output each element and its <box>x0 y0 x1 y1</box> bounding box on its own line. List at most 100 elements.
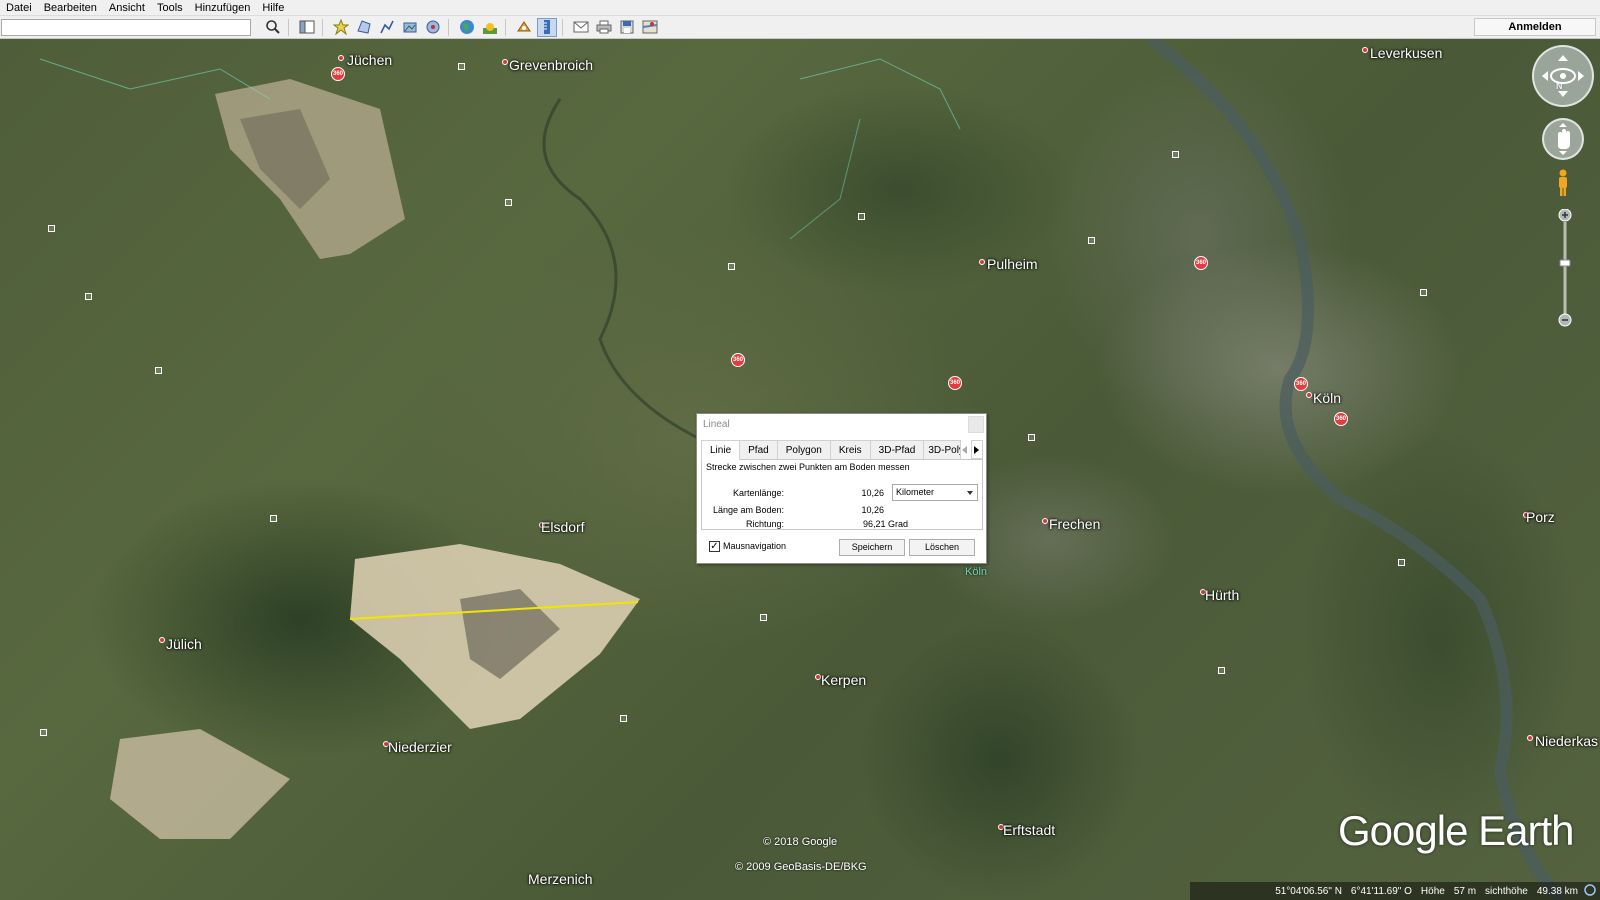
poi-marker[interactable] <box>1420 289 1427 296</box>
street-view-360-pin[interactable]: 360 <box>331 67 345 81</box>
place-dot <box>338 55 344 61</box>
poi-marker[interactable] <box>1028 434 1035 441</box>
clear-button[interactable]: Löschen <box>909 539 975 556</box>
maps-icon <box>642 20 658 34</box>
poi-marker[interactable] <box>1172 151 1179 158</box>
add-overlay-button[interactable] <box>400 18 420 37</box>
menu-tools[interactable]: Tools <box>151 0 189 16</box>
sunlight-button[interactable] <box>480 18 500 37</box>
google-earth-logo: Google Earth <box>1338 807 1574 854</box>
poi-marker[interactable] <box>760 614 767 621</box>
dialog-titlebar[interactable]: Lineal <box>697 414 986 436</box>
place-label-koln-district[interactable]: Köln <box>965 566 987 578</box>
ruler-button[interactable] <box>537 17 557 37</box>
menu-hilfe[interactable]: Hilfe <box>256 0 290 16</box>
place-label-niederkassel[interactable]: Niederkas <box>1535 733 1598 749</box>
place-dot <box>1042 518 1048 524</box>
historical-imagery-button[interactable] <box>514 18 534 37</box>
save-button[interactable]: Speichern <box>839 539 905 556</box>
place-label-leverkusen[interactable]: Leverkusen <box>1370 45 1442 61</box>
search-button[interactable] <box>263 18 283 37</box>
poi-marker[interactable] <box>1088 237 1095 244</box>
add-placemark-button[interactable] <box>331 18 351 37</box>
tab-3d-polygon[interactable]: 3D-Poly <box>923 440 961 459</box>
dialog-close-button[interactable] <box>968 416 984 433</box>
poi-marker[interactable] <box>858 213 865 220</box>
poi-marker[interactable] <box>85 293 92 300</box>
place-label-koln[interactable]: Köln <box>1313 390 1341 406</box>
ruler-icon <box>544 20 550 34</box>
place-label-elsdorf[interactable]: Elsdorf <box>541 519 585 535</box>
planet-switch-button[interactable] <box>457 18 477 37</box>
unit-selected: Kilometer <box>896 487 935 497</box>
poi-marker[interactable] <box>40 729 47 736</box>
longitude-readout: 6°41'11.69" O <box>1350 885 1412 897</box>
unit-dropdown[interactable]: Kilometer <box>892 484 978 501</box>
place-label-pulheim[interactable]: Pulheim <box>987 256 1038 272</box>
place-label-hurth[interactable]: Hürth <box>1205 587 1239 603</box>
menu-hinzufuegen[interactable]: Hinzufügen <box>189 0 257 16</box>
tab-polygon[interactable]: Polygon <box>776 440 831 459</box>
poi-marker[interactable] <box>270 515 277 522</box>
street-view-360-pin[interactable]: 360 <box>1194 256 1208 270</box>
place-label-merzenich[interactable]: Merzenich <box>528 871 593 887</box>
poi-marker[interactable] <box>620 715 627 722</box>
save-image-button[interactable] <box>617 18 637 37</box>
view-in-maps-button[interactable] <box>640 18 660 37</box>
toolbar-separator <box>505 18 506 36</box>
add-polygon-button[interactable] <box>354 18 374 37</box>
search-input[interactable] <box>1 18 251 36</box>
poi-marker[interactable] <box>155 367 162 374</box>
place-label-erftstadt[interactable]: Erftstadt <box>1003 822 1055 838</box>
place-label-niederzier[interactable]: Niederzier <box>388 739 452 755</box>
ground-length-label: Länge am Boden: <box>712 505 784 515</box>
street-view-pegman[interactable] <box>1556 169 1570 197</box>
status-bar: 51°04'06.56" N 6°41'11.69" O Höhe 57 m s… <box>1190 882 1600 900</box>
add-path-button[interactable] <box>377 18 397 37</box>
tab-3d-pfad[interactable]: 3D-Pfad <box>869 440 925 459</box>
mouse-navigation-label[interactable]: Mausnavigation <box>723 541 786 551</box>
look-joystick[interactable] <box>1532 45 1594 107</box>
map-length-value: 10,26 <box>861 488 884 498</box>
street-view-360-pin[interactable]: 360 <box>1294 377 1308 391</box>
move-joystick[interactable] <box>1542 118 1584 160</box>
poi-marker[interactable] <box>505 199 512 206</box>
print-button[interactable] <box>594 18 614 37</box>
tab-scroll-left[interactable] <box>960 440 972 459</box>
tab-pfad[interactable]: Pfad <box>739 440 778 459</box>
place-label-julich[interactable]: Jülich <box>166 636 202 652</box>
street-view-360-pin[interactable]: 360 <box>1334 412 1348 426</box>
place-label-kerpen[interactable]: Kerpen <box>821 672 866 688</box>
street-view-360-pin[interactable]: 360 <box>948 376 962 390</box>
poi-marker[interactable] <box>1398 559 1405 566</box>
boundary-line <box>799 58 961 130</box>
place-label-grevenbroich[interactable]: Grevenbroich <box>509 57 593 73</box>
menu-bearbeiten[interactable]: Bearbeiten <box>38 0 103 16</box>
mouse-navigation-checkbox[interactable]: ✓ <box>709 541 720 552</box>
tab-kreis[interactable]: Kreis <box>829 440 871 459</box>
poi-marker[interactable] <box>728 263 735 270</box>
sidebar-toggle-button[interactable] <box>297 18 317 37</box>
place-label-porz[interactable]: Porz <box>1526 509 1555 525</box>
record-tour-button[interactable] <box>423 18 443 37</box>
tab-scroll-right[interactable] <box>971 440 983 459</box>
street-view-360-pin[interactable]: 360 <box>731 353 745 367</box>
eye-altitude-label: sichthöhe <box>1485 885 1528 897</box>
email-button[interactable] <box>571 18 591 37</box>
pegman-icon <box>1559 169 1567 196</box>
arrow-right-icon <box>974 445 980 454</box>
zoom-slider[interactable] <box>1558 208 1572 327</box>
menu-ansicht[interactable]: Ansicht <box>103 0 151 16</box>
poi-marker[interactable] <box>48 225 55 232</box>
copyright-google: © 2018 Google <box>763 836 838 848</box>
place-label-juchen[interactable]: Jüchen <box>347 52 392 68</box>
heading-label: Richtung: <box>745 519 784 529</box>
poi-marker[interactable] <box>1218 667 1225 674</box>
place-label-frechen[interactable]: Frechen <box>1049 516 1100 532</box>
poi-marker[interactable] <box>458 63 465 70</box>
dialog-footer: ✓ Mausnavigation Speichern Löschen <box>697 533 986 561</box>
menu-datei[interactable]: Datei <box>0 0 38 16</box>
tab-linie[interactable]: Linie <box>701 440 741 460</box>
login-button[interactable]: Anmelden <box>1474 18 1596 36</box>
place-dot <box>1306 392 1312 398</box>
